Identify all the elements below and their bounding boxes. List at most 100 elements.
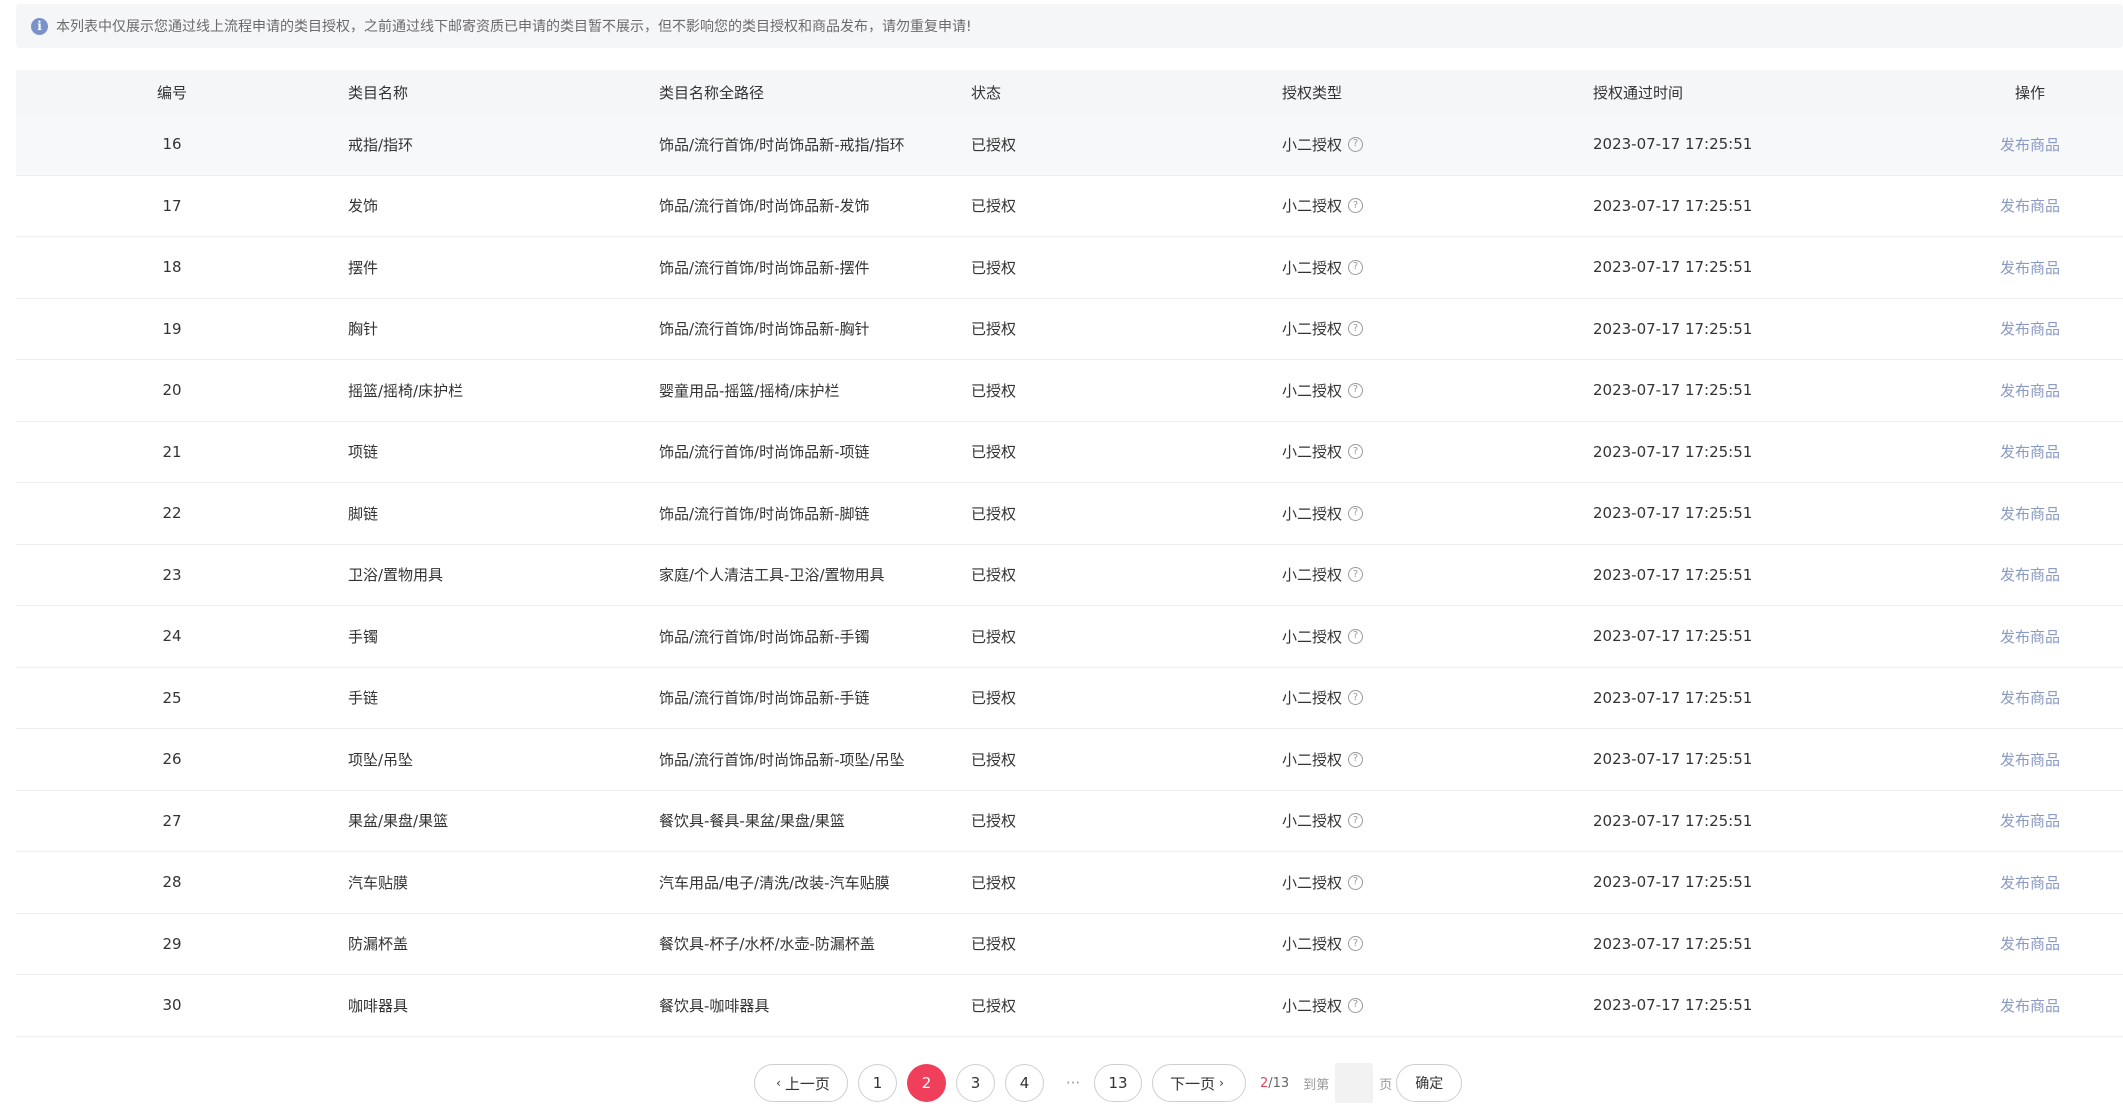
cell-type: 小二授权? bbox=[1282, 134, 1364, 155]
publish-product-link[interactable]: 发布商品 bbox=[2000, 320, 2060, 338]
cell-status: 已授权 bbox=[971, 873, 1017, 892]
header-id: 编号 bbox=[156, 83, 187, 102]
cell-status: 已授权 bbox=[971, 996, 1017, 1015]
cell-op: 发布商品 bbox=[1896, 195, 2123, 216]
publish-product-link[interactable]: 发布商品 bbox=[2000, 136, 2060, 154]
cell-op: 发布商品 bbox=[1896, 134, 2123, 155]
cell-type: 小二授权? bbox=[1282, 564, 1364, 585]
auth-type-label: 小二授权 bbox=[1282, 381, 1343, 400]
publish-product-link[interactable]: 发布商品 bbox=[2000, 505, 2060, 523]
confirm-button[interactable]: 确定 bbox=[1396, 1064, 1463, 1102]
cell-time: 2023-07-17 17:25:51 bbox=[1593, 135, 1753, 154]
cell-op: 发布商品 bbox=[1896, 626, 2123, 647]
cell-time: 2023-07-17 17:25:51 bbox=[1593, 627, 1753, 646]
cell-id: 25 bbox=[162, 688, 182, 707]
header-path: 类目名称全路径 bbox=[659, 83, 765, 102]
cell-type: 小二授权? bbox=[1282, 380, 1364, 401]
auth-type-label: 小二授权 bbox=[1282, 689, 1343, 708]
cell-op: 发布商品 bbox=[1896, 564, 2123, 585]
cell-path: 饰品/流行首饰/时尚饰品新-项坠/吊坠 bbox=[659, 750, 905, 769]
header-type: 授权类型 bbox=[1282, 83, 1343, 102]
publish-product-link[interactable]: 发布商品 bbox=[2000, 197, 2060, 215]
question-circle-icon[interactable]: ? bbox=[1348, 444, 1364, 460]
page-button-last[interactable]: 13 bbox=[1094, 1064, 1142, 1102]
cell-id: 28 bbox=[162, 873, 182, 892]
cell-id: 16 bbox=[162, 135, 182, 154]
cell-name: 摇篮/摇椅/床护栏 bbox=[348, 381, 464, 400]
header-time: 授权通过时间 bbox=[1593, 83, 1684, 102]
cell-id: 23 bbox=[162, 565, 182, 584]
publish-product-link[interactable]: 发布商品 bbox=[2000, 997, 2060, 1015]
cell-name: 果盆/果盘/果篮 bbox=[348, 812, 449, 831]
question-circle-icon[interactable]: ? bbox=[1348, 259, 1364, 275]
auth-type-label: 小二授权 bbox=[1282, 935, 1343, 954]
cell-type: 小二授权? bbox=[1282, 195, 1364, 216]
question-circle-icon[interactable]: ? bbox=[1348, 690, 1364, 706]
cell-op: 发布商品 bbox=[1896, 503, 2123, 524]
auth-type-label: 小二授权 bbox=[1282, 750, 1343, 769]
cell-status: 已授权 bbox=[971, 443, 1017, 462]
publish-product-link[interactable]: 发布商品 bbox=[2000, 566, 2060, 584]
chevron-right-icon: › bbox=[1219, 1076, 1224, 1090]
cell-status: 已授权 bbox=[971, 135, 1017, 154]
header-status: 状态 bbox=[971, 83, 1002, 102]
page-button-3[interactable]: 3 bbox=[956, 1064, 995, 1102]
cell-path: 餐饮具-咖啡器具 bbox=[659, 996, 770, 1015]
question-circle-icon[interactable]: ? bbox=[1348, 997, 1364, 1013]
cell-type: 小二授权? bbox=[1282, 441, 1364, 462]
question-circle-icon[interactable]: ? bbox=[1348, 505, 1364, 521]
publish-product-link[interactable]: 发布商品 bbox=[2000, 751, 2060, 769]
goto-page-input[interactable] bbox=[1335, 1063, 1374, 1103]
auth-type-label: 小二授权 bbox=[1282, 504, 1343, 523]
cell-id: 24 bbox=[162, 627, 182, 646]
question-circle-icon[interactable]: ? bbox=[1348, 751, 1364, 767]
page-button-4[interactable]: 4 bbox=[1005, 1064, 1044, 1102]
publish-product-link[interactable]: 发布商品 bbox=[2000, 443, 2060, 461]
question-circle-icon[interactable]: ? bbox=[1348, 321, 1364, 337]
cell-time: 2023-07-17 17:25:51 bbox=[1593, 934, 1753, 953]
next-page-button[interactable]: 下一页 › bbox=[1152, 1064, 1246, 1102]
table-row: 18 摆件 饰品/流行首饰/时尚饰品新-摆件 已授权 小二授权? 2023-07-17 1… bbox=[16, 237, 2123, 299]
cell-op: 发布商品 bbox=[1896, 441, 2123, 462]
publish-product-link[interactable]: 发布商品 bbox=[2000, 935, 2060, 953]
cell-name: 项链 bbox=[348, 443, 379, 462]
publish-product-link[interactable]: 发布商品 bbox=[2000, 812, 2060, 830]
page-button-1[interactable]: 1 bbox=[858, 1064, 897, 1102]
cell-time: 2023-07-17 17:25:51 bbox=[1593, 196, 1753, 215]
cell-op: 发布商品 bbox=[1896, 995, 2123, 1016]
cell-time: 2023-07-17 17:25:51 bbox=[1593, 504, 1753, 523]
question-circle-icon[interactable]: ? bbox=[1348, 874, 1364, 890]
cell-status: 已授权 bbox=[971, 935, 1017, 954]
prev-page-button[interactable]: ‹ 上一页 bbox=[754, 1064, 848, 1102]
publish-product-link[interactable]: 发布商品 bbox=[2000, 259, 2060, 277]
question-circle-icon[interactable]: ? bbox=[1348, 813, 1364, 829]
cell-status: 已授权 bbox=[971, 381, 1017, 400]
question-circle-icon[interactable]: ? bbox=[1348, 136, 1364, 152]
question-circle-icon[interactable]: ? bbox=[1348, 936, 1364, 952]
auth-type-label: 小二授权 bbox=[1282, 135, 1343, 154]
cell-path: 饰品/流行首饰/时尚饰品新-手链 bbox=[659, 689, 870, 708]
question-circle-icon[interactable]: ? bbox=[1348, 198, 1364, 214]
info-icon: i bbox=[31, 17, 48, 35]
question-circle-icon[interactable]: ? bbox=[1348, 382, 1364, 398]
cell-id: 18 bbox=[162, 258, 182, 277]
publish-product-link[interactable]: 发布商品 bbox=[2000, 874, 2060, 892]
cell-id: 29 bbox=[162, 934, 182, 953]
notice-bar: i 本列表中仅展示您通过线上流程申请的类目授权，之前通过线下邮寄资质已申请的类目… bbox=[16, 4, 2123, 48]
cell-path: 饰品/流行首饰/时尚饰品新-手镯 bbox=[659, 627, 870, 646]
publish-product-link[interactable]: 发布商品 bbox=[2000, 689, 2060, 707]
cell-time: 2023-07-17 17:25:51 bbox=[1593, 258, 1753, 277]
cell-name: 卫浴/置物用具 bbox=[348, 566, 444, 585]
cell-id: 30 bbox=[162, 996, 182, 1015]
cell-time: 2023-07-17 17:25:51 bbox=[1593, 381, 1753, 400]
publish-product-link[interactable]: 发布商品 bbox=[2000, 382, 2060, 400]
cell-status: 已授权 bbox=[971, 689, 1017, 708]
page-button-2[interactable]: 2 bbox=[907, 1064, 946, 1102]
question-circle-icon[interactable]: ? bbox=[1348, 567, 1364, 583]
publish-product-link[interactable]: 发布商品 bbox=[2000, 628, 2060, 646]
cell-status: 已授权 bbox=[971, 627, 1017, 646]
cell-status: 已授权 bbox=[971, 258, 1017, 277]
question-circle-icon[interactable]: ? bbox=[1348, 628, 1364, 644]
table-row: 23 卫浴/置物用具 家庭/个人清洁工具-卫浴/置物用具 已授权 小二授权? 2023-0… bbox=[16, 545, 2123, 606]
table-row: 30 咖啡器具 餐饮具-咖啡器具 已授权 小二授权? 2023-07-17 17:25:5… bbox=[16, 975, 2123, 1037]
